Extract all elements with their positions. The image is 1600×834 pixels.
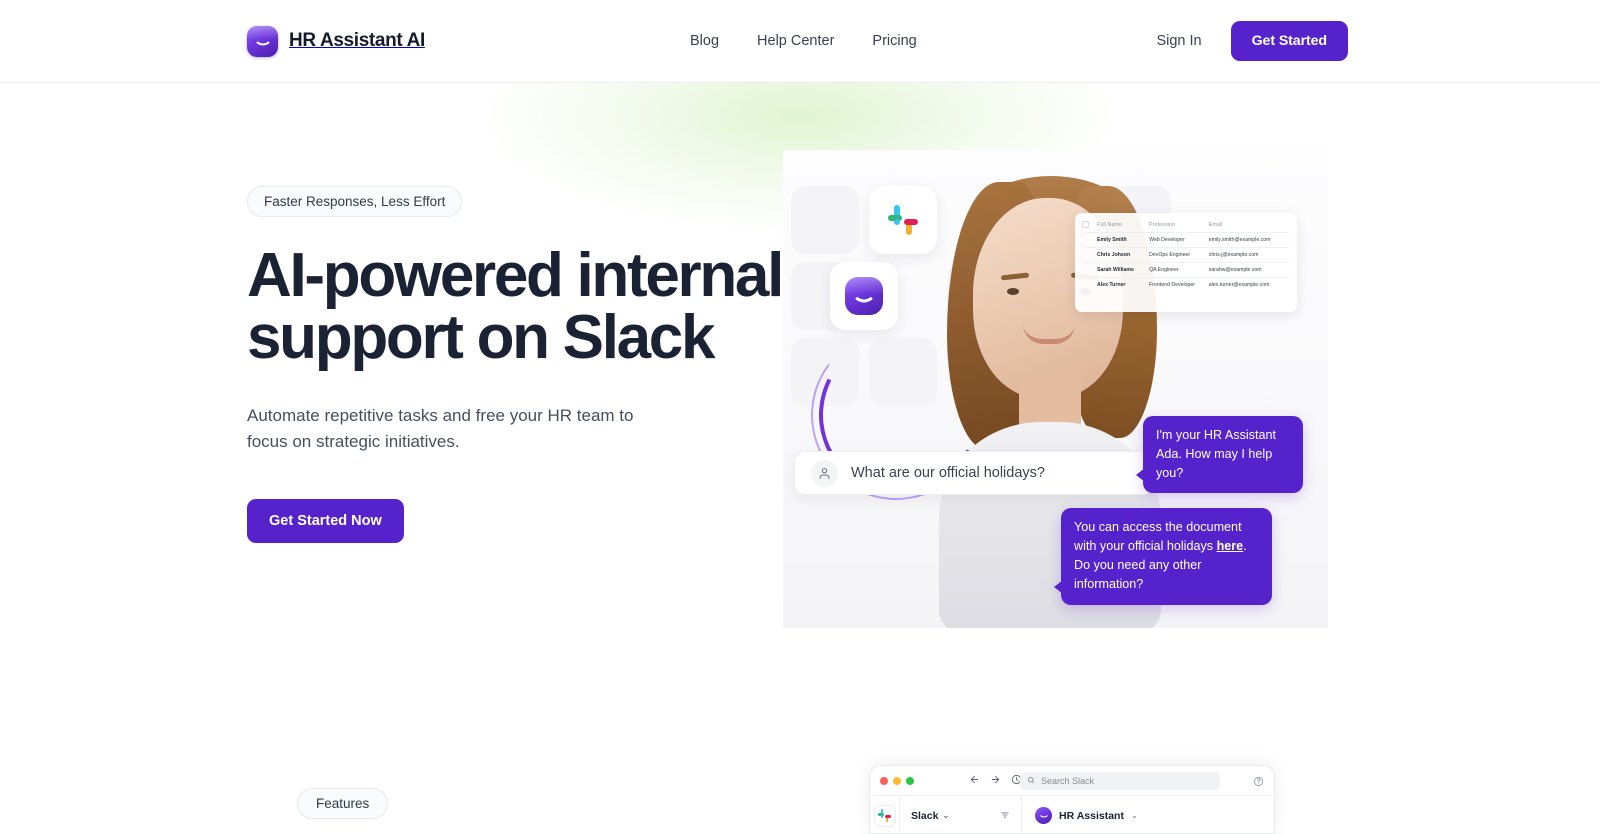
workspace-name: Slack (911, 809, 939, 822)
filter-icon[interactable] (1000, 807, 1010, 825)
bubble-tail (1136, 468, 1145, 483)
assistant-message-text-1: I'm your HR Assistant Ada. How may I hel… (1156, 428, 1276, 481)
slack-sidebar: Slack ⌄ (900, 796, 1022, 833)
column-full-name: Full Name (1097, 222, 1122, 228)
minimize-window-button[interactable] (893, 776, 901, 785)
hero-badge: Faster Responses, Less Effort (247, 186, 463, 217)
main-navigation: Blog Help Center Pricing (690, 33, 917, 49)
cell-email: sarahw@example.com (1208, 262, 1289, 278)
chevron-down-icon: ⌄ (942, 811, 950, 820)
cell-email: emily.smith@example.com (1208, 232, 1289, 248)
bubble-tail (1054, 579, 1063, 594)
cell-name: Chris Johson (1083, 247, 1150, 263)
employee-table: Full Name Profession Email Emily Smith W… (1083, 220, 1289, 292)
search-icon (1027, 776, 1035, 786)
landing-page: HR Assistant AI Blog Help Center Pricing… (0, 0, 1600, 834)
slack-workspace-rail (870, 796, 900, 833)
page-title: AI-powered internal support on Slack (247, 241, 784, 372)
cell-profession: QA Engineer (1149, 262, 1209, 278)
close-window-button[interactable] (880, 776, 888, 785)
channel-name: HR Assistant (1059, 809, 1124, 822)
cell-email: chris.j@example.com (1208, 247, 1289, 263)
user-question-text: What are our official holidays? (851, 465, 1045, 481)
table-row[interactable]: Alex Turner Frontend Developer alex.turn… (1083, 277, 1289, 292)
brand-name: HR Assistant AI (289, 30, 425, 51)
hero-subtitle: Automate repetitive tasks and free your … (247, 406, 634, 452)
cell-name: Sarah Williams (1083, 262, 1150, 278)
column-profession: Profession (1149, 222, 1176, 228)
document-link[interactable]: here (1217, 539, 1244, 553)
slack-search-input[interactable]: Search Slack (1020, 772, 1220, 790)
slack-search-placeholder: Search Slack (1041, 776, 1095, 786)
sign-in-link[interactable]: Sign In (1156, 33, 1201, 49)
user-icon (811, 459, 838, 487)
slack-icon[interactable] (874, 805, 895, 826)
employee-table-card: Full Name Profession Email Emily Smith W… (1075, 213, 1297, 312)
select-all-checkbox[interactable] (1082, 221, 1089, 228)
hr-assistant-icon (1035, 807, 1052, 824)
hr-assistant-app-card[interactable] (830, 262, 898, 330)
hr-assistant-smile-icon (247, 25, 278, 57)
hero-illustration: Full Name Profession Email Emily Smith W… (783, 150, 1328, 628)
hero-cta-button[interactable]: Get Started Now (247, 498, 404, 543)
table-row[interactable]: Emily Smith Web Developer emily.smith@ex… (1083, 232, 1289, 248)
nav-item-blog[interactable]: Blog (690, 33, 719, 49)
slack-conversation-header: HR Assistant ⌄ (1022, 796, 1274, 833)
assistant-message-bubble-2: You can access the document with your of… (1054, 508, 1272, 605)
table-row[interactable]: Chris Johson DevOps Engineer chris.j@exa… (1083, 247, 1289, 263)
cell-name: Emily Smith (1083, 232, 1150, 248)
chevron-down-icon[interactable]: ⌄ (1131, 811, 1138, 820)
workspace-switcher[interactable]: Slack ⌄ (911, 810, 949, 822)
cell-profession: Frontend Developer (1149, 277, 1209, 292)
hero-content: Faster Responses, Less Effort AI-powered… (247, 186, 807, 543)
arrow-left-icon[interactable] (969, 772, 980, 790)
slack-body: Slack ⌄ HR Assistant ⌄ (870, 796, 1274, 833)
cell-name: Alex Turner (1083, 277, 1150, 292)
site-header: HR Assistant AI Blog Help Center Pricing… (0, 0, 1600, 83)
slack-nav-icons (969, 772, 1022, 790)
table-row[interactable]: Sarah Williams QA Engineer sarahw@exampl… (1083, 262, 1289, 278)
cell-email: alex.turner@example.com (1208, 277, 1289, 292)
slack-titlebar: Search Slack (870, 766, 1274, 796)
help-circle-icon[interactable] (1253, 774, 1264, 792)
get-started-button[interactable]: Get Started (1230, 21, 1348, 61)
window-controls (880, 776, 914, 785)
cell-profession: DevOps Engineer (1149, 247, 1209, 263)
column-email: Email (1208, 222, 1223, 228)
brand-logo-link[interactable]: HR Assistant AI (247, 25, 425, 57)
nav-item-pricing[interactable]: Pricing (872, 33, 916, 49)
user-question-bubble: What are our official holidays? (794, 451, 1154, 495)
hr-assistant-icon (845, 277, 883, 315)
slack-app-mockup: Search Slack Slack ⌄ HR Assistant ⌄ (869, 765, 1275, 834)
slack-app-card[interactable] (869, 186, 937, 254)
nav-item-help-center[interactable]: Help Center (757, 33, 834, 49)
table-header-row: Full Name Profession Email (1083, 220, 1289, 233)
arrow-right-icon[interactable] (990, 772, 1001, 790)
maximize-window-button[interactable] (906, 776, 914, 785)
assistant-message-bubble-1: I'm your HR Assistant Ada. How may I hel… (1136, 416, 1303, 494)
cell-profession: Web Developer (1149, 232, 1209, 248)
slack-icon (888, 205, 918, 235)
features-badge: Features (297, 788, 389, 819)
header-actions: Sign In Get Started (1156, 21, 1348, 61)
